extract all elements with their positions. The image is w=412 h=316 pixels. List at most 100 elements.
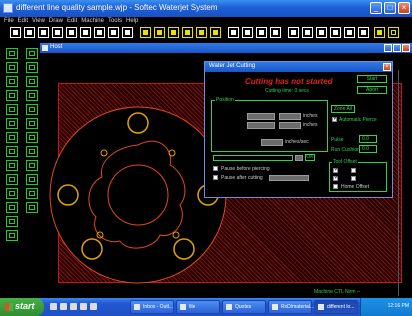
feed-rate-field[interactable] [261,139,283,146]
tool-measure-icon[interactable] [6,216,18,227]
position-y-field[interactable] [247,122,275,129]
position-x2-field[interactable] [279,113,301,120]
tool-mirror-icon[interactable] [26,118,38,129]
zoom-out-icon[interactable] [302,27,313,38]
paste-icon[interactable] [80,27,91,38]
machine-tool-6-icon[interactable] [210,27,221,38]
tool-offset-check-2[interactable] [351,168,356,173]
dialog-close-button[interactable]: × [383,63,391,71]
tool-offset-icon[interactable] [6,160,18,171]
tool-fillet-icon[interactable] [6,146,18,157]
tool-order-icon[interactable] [26,188,38,199]
tool-quality-icon[interactable] [6,202,18,213]
tool-offset-check-1[interactable] [333,166,339,174]
pencil-icon[interactable] [374,27,385,38]
pause-time-field[interactable] [269,175,309,181]
menu-tools[interactable]: Tools [108,17,122,26]
dialog-title-bar[interactable]: Water Jet Cutting × [205,62,392,72]
machine-tool-2-icon[interactable] [154,27,165,38]
print-icon[interactable] [52,27,63,38]
select-icon[interactable] [94,27,105,38]
minimize-button[interactable]: _ [370,2,382,14]
inner-window-title-bar[interactable]: Host [40,43,412,53]
tool-chamfer-icon[interactable] [26,146,38,157]
position-y2-field[interactable] [279,122,301,129]
tool-text-icon[interactable] [26,90,38,101]
tool-select-icon[interactable] [6,48,18,59]
task-different-line[interactable]: different lo... [314,300,358,314]
tool-info-icon[interactable] [6,230,18,241]
machine-tool-4-icon[interactable] [182,27,193,38]
maximize-button[interactable]: □ [384,2,396,14]
tool-offset-check-4[interactable] [351,176,356,181]
inner-close-button[interactable] [402,44,410,52]
task-quotes[interactable]: Quotes [222,300,266,314]
menu-help[interactable]: Help [126,17,138,26]
save-icon[interactable] [38,27,49,38]
zoom-in-icon[interactable] [288,27,299,38]
close-button[interactable]: × [398,2,410,14]
settings-icon[interactable] [228,27,239,38]
auto-pierce-checkbox[interactable] [332,115,338,123]
machine-tool-5-icon[interactable] [196,27,207,38]
draw-line-icon[interactable] [108,27,119,38]
properties-icon[interactable] [358,27,369,38]
tool-nest-icon[interactable] [6,188,18,199]
start-button[interactable]: start [0,298,44,316]
start-button[interactable]: Start [357,75,387,83]
task-inbox[interactable]: Inbox - Outl... [130,300,174,314]
task-file[interactable]: file [176,300,220,314]
run-cushion-field[interactable]: 0.0 [359,145,377,153]
tool-node-icon[interactable] [26,48,38,59]
zone-all-button[interactable]: Zone All [331,105,355,113]
zoom-window-icon[interactable] [122,27,133,38]
task-material[interactable]: RxD/material... [268,300,314,314]
tool-path-icon[interactable] [26,174,38,185]
layers-icon[interactable] [344,27,355,38]
tool-scale-icon[interactable] [6,118,18,129]
tool-extend-icon[interactable] [26,132,38,143]
tool-simulate-icon[interactable] [26,202,38,213]
position-x-field[interactable] [247,113,275,120]
menu-draw[interactable]: Draw [49,17,63,26]
quicklaunch-app-icon[interactable] [90,303,97,310]
machine-tool-3-icon[interactable] [168,27,179,38]
pulse-field[interactable]: 0.0 [359,135,377,143]
tool-lead-icon[interactable] [6,174,18,185]
menu-machine[interactable]: Machine [81,17,104,26]
inner-minimize-button[interactable] [384,44,392,52]
home-offset-checkbox[interactable] [333,184,338,189]
copy-icon[interactable] [66,27,77,38]
open-file-icon[interactable] [24,27,35,38]
tool-rect-icon[interactable] [6,90,18,101]
app-title-bar[interactable]: different line quality sample.wjp - Soft… [0,0,412,17]
abort-button[interactable]: Abort [357,86,387,94]
menu-edit[interactable]: Edit [18,17,28,26]
clock[interactable]: 12:16 PM [388,303,409,309]
zoom-fit-icon[interactable] [316,27,327,38]
tool-line-icon[interactable] [6,62,18,73]
quicklaunch-media-icon[interactable] [70,303,77,310]
grid-icon[interactable] [270,27,281,38]
quicklaunch-explorer-icon[interactable] [80,303,87,310]
tool-array-icon[interactable] [26,160,38,171]
line-tool-icon[interactable] [242,27,253,38]
tool-offset-check-3[interactable] [333,174,339,182]
inner-maximize-button[interactable] [393,44,401,52]
ok-button[interactable]: OK [305,154,315,161]
pause-cutting-checkbox[interactable] [213,175,218,180]
quicklaunch-browser-icon[interactable] [50,303,57,310]
menu-file[interactable]: File [4,17,14,26]
tool-trim-icon[interactable] [6,132,18,143]
quicklaunch-desktop-icon[interactable] [60,303,67,310]
tool-move-icon[interactable] [6,104,18,115]
menu-edit-2[interactable]: Edit [67,17,77,26]
tool-circle-icon[interactable] [26,76,38,87]
speed-field[interactable] [295,155,303,161]
tool-polyline-icon[interactable] [26,62,38,73]
new-file-icon[interactable] [10,27,21,38]
machine-tool-1-icon[interactable] [140,27,151,38]
measure-icon[interactable] [256,27,267,38]
zoom-extents-icon[interactable] [330,27,341,38]
run-icon[interactable] [388,27,399,38]
